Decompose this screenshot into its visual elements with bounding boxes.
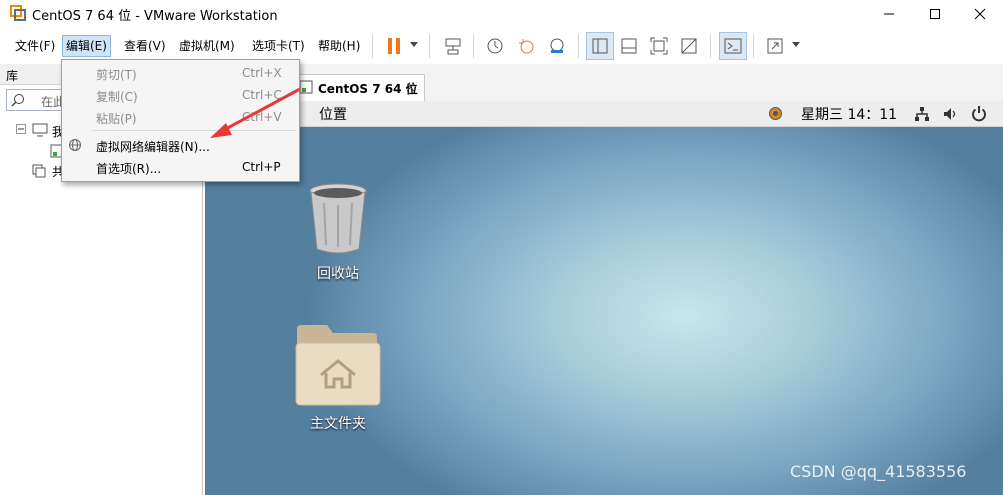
guest-user-status-icon[interactable] [768, 106, 783, 121]
menu-item-label: 粘贴(P) [96, 112, 137, 126]
menu-tabs[interactable]: 选项卡(T) [249, 36, 308, 56]
menu-item-preferences[interactable]: 首选项(R)... Ctrl+P [62, 156, 299, 178]
console-view-button[interactable] [719, 32, 747, 60]
trash-icon[interactable] [306, 181, 370, 256]
snapshot-clock-icon [487, 38, 503, 54]
tree-collapse-icon[interactable] [16, 124, 26, 134]
toolbar-separator [710, 34, 711, 58]
fullscreen-button[interactable] [646, 33, 672, 59]
tab-strip: CentOS 7 64 位 [203, 64, 1003, 101]
menu-edit[interactable]: 编辑(E) [62, 35, 111, 57]
toolbar-separator [429, 34, 430, 58]
fullscreen-icon [650, 37, 668, 55]
snapshot-button[interactable] [482, 33, 508, 59]
revert-snapshot-icon [519, 39, 534, 54]
window-title: CentOS 7 64 位 - VMware Workstation [32, 9, 278, 24]
send-ctrl-alt-del-button[interactable] [440, 33, 466, 59]
maximize-button[interactable] [912, 0, 958, 27]
menu-item-label: 虚拟网络编辑器(N)... [96, 140, 210, 154]
minimize-button[interactable] [866, 0, 912, 27]
pause-button[interactable] [381, 33, 407, 59]
maximize-icon [930, 8, 940, 19]
close-icon [974, 8, 986, 19]
menu-item-shortcut: Ctrl+P [242, 160, 281, 174]
menu-item-virtual-network-editor[interactable]: 虚拟网络编辑器(N)... [62, 134, 299, 156]
thumbnail-bar-button[interactable] [616, 33, 642, 59]
toolbar-separator [372, 34, 373, 58]
guest-top-bar: 位置 星期三 14：11 [205, 101, 1003, 127]
stretch-icon [767, 38, 783, 54]
stretch-guest-button[interactable] [762, 33, 788, 59]
edit-menu-dropdown: 剪切(T) Ctrl+X 复制(C) Ctrl+C 粘贴(P) Ctrl+V 虚… [61, 59, 300, 182]
title-bar: CentOS 7 64 位 - VMware Workstation [0, 0, 1003, 27]
menu-item-label: 剪切(T) [96, 68, 137, 82]
computer-icon [32, 123, 48, 137]
toolbar-separator [473, 34, 474, 58]
guest-places-menu[interactable]: 位置 [319, 104, 347, 124]
minimize-icon [884, 13, 894, 14]
snapshot-manager-icon [550, 38, 564, 53]
menu-item-shortcut: Ctrl+X [242, 66, 282, 80]
home-folder-label[interactable]: 主文件夹 [285, 413, 391, 433]
power-icon[interactable] [971, 105, 987, 122]
tab-close-icon[interactable] [406, 83, 415, 92]
menu-item-label: 首选项(R)... [96, 162, 162, 176]
menu-separator [92, 130, 296, 131]
menu-item-copy[interactable]: 复制(C) Ctrl+C [62, 84, 299, 106]
menu-file[interactable]: 文件(F) [12, 36, 58, 56]
menu-item-shortcut: Ctrl+V [242, 110, 282, 124]
library-view-icon [592, 38, 608, 54]
show-library-button[interactable] [586, 32, 614, 60]
menu-help[interactable]: 帮助(H) [315, 36, 363, 56]
console-icon [724, 38, 742, 54]
network-keyboard-icon [445, 38, 461, 55]
revert-snapshot-button[interactable] [513, 33, 539, 59]
toolbar-separator [578, 34, 579, 58]
close-button[interactable] [957, 0, 1003, 27]
menu-item-shortcut: Ctrl+C [242, 88, 282, 102]
unity-off-icon [681, 38, 697, 54]
pause-dropdown-arrow[interactable] [410, 42, 418, 47]
stretch-dropdown-arrow[interactable] [792, 42, 800, 47]
globe-network-icon [69, 139, 81, 151]
search-icon [11, 94, 24, 107]
network-icon[interactable] [914, 106, 930, 122]
shared-vms-icon [32, 164, 46, 178]
pause-icon [388, 38, 400, 54]
vmware-logo-icon [10, 5, 26, 21]
unity-button[interactable] [676, 33, 702, 59]
tab-label: CentOS 7 64 位 [318, 82, 418, 96]
guest-clock[interactable]: 星期三 14：11 [801, 104, 897, 124]
trash-label[interactable]: 回收站 [295, 263, 381, 283]
home-folder-icon[interactable] [295, 323, 381, 407]
menu-item-label: 复制(C) [96, 90, 138, 104]
watermark-text: CSDN @qq_41583556 [790, 462, 967, 481]
thumbnail-bar-icon [621, 38, 637, 54]
menu-item-paste[interactable]: 粘贴(P) Ctrl+V [62, 106, 299, 128]
menu-view[interactable]: 查看(V) [121, 36, 169, 56]
toolbar-separator [753, 34, 754, 58]
tab-centos[interactable]: CentOS 7 64 位 [293, 74, 425, 101]
volume-icon[interactable] [943, 106, 959, 122]
library-title: 库 [6, 69, 19, 83]
menu-vm[interactable]: 虚拟机(M) [176, 36, 238, 56]
vm-tab-icon [299, 80, 313, 94]
menu-item-cut[interactable]: 剪切(T) Ctrl+X [62, 62, 299, 84]
snapshot-manager-button[interactable] [544, 33, 570, 59]
vm-console[interactable]: 位置 星期三 14：11 回收站 主文件夹 [205, 101, 1003, 495]
